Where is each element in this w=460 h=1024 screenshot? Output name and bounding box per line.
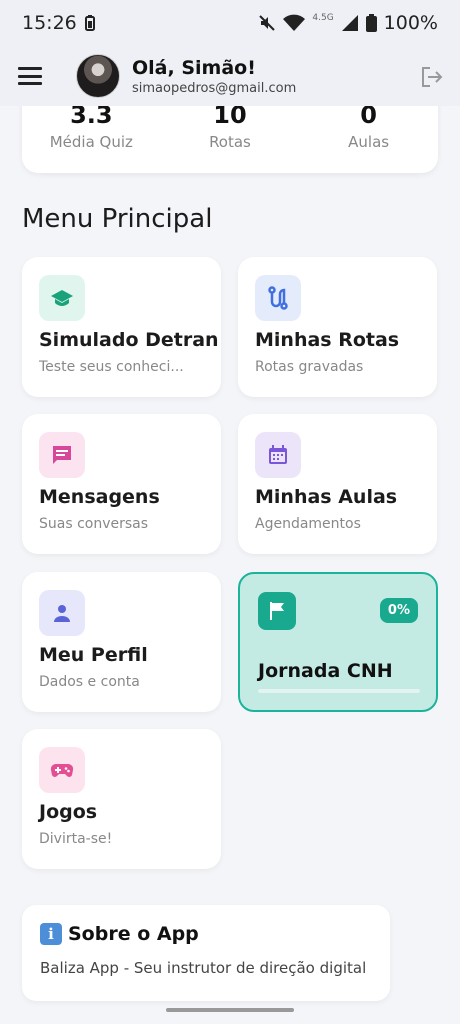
- home-indicator[interactable]: [166, 1008, 294, 1012]
- status-time: 15:26: [22, 12, 77, 34]
- greeting: Olá, Simão!: [132, 56, 256, 79]
- stat-aulas: 0 Aulas: [300, 101, 437, 151]
- info-icon: i: [40, 923, 62, 945]
- card-minhas-aulas[interactable]: Minhas Aulas Agendamentos: [238, 414, 437, 554]
- card-mensagens[interactable]: Mensagens Suas conversas: [22, 414, 221, 554]
- card-jogos[interactable]: Jogos Divirta-se!: [22, 729, 221, 869]
- about-subtitle: Baliza App - Seu instrutor de direção di…: [40, 959, 367, 977]
- card-title: Jornada CNH: [258, 660, 393, 682]
- card-subtitle: Agendamentos: [255, 516, 361, 532]
- card-minhas-rotas[interactable]: Minhas Rotas Rotas gravadas: [238, 257, 437, 397]
- signal-icon: [341, 15, 358, 31]
- user-email: simaopedros@gmail.com: [132, 80, 297, 96]
- mute-icon: [259, 15, 276, 31]
- icon-box: [255, 432, 301, 478]
- progress-bar: [258, 689, 420, 693]
- calendar-icon: [269, 445, 287, 464]
- card-jornada-cnh[interactable]: 0% Jornada CNH: [238, 572, 438, 712]
- message-icon: [53, 446, 71, 464]
- progress-badge: 0%: [379, 598, 418, 623]
- stat-rotas: 10 Rotas: [161, 101, 298, 151]
- battery-percent: 100%: [383, 12, 438, 34]
- icon-box: [39, 590, 85, 636]
- status-bar: 15:26 4.5G 100%: [0, 0, 460, 46]
- wifi-icon: [283, 14, 306, 31]
- battery-saver-icon: [84, 15, 95, 31]
- person-icon: [54, 605, 70, 622]
- card-subtitle: Dados e conta: [39, 674, 140, 690]
- stat-label: Média Quiz: [49, 133, 133, 151]
- graduation-cap-icon: [51, 290, 73, 306]
- route-icon: [268, 286, 288, 310]
- stat-label: Aulas: [348, 133, 390, 151]
- user-info: Olá, Simão! simaopedros@gmail.com: [132, 57, 296, 96]
- app-header: Olá, Simão! simaopedros@gmail.com: [0, 46, 460, 106]
- card-subtitle: Rotas gravadas: [255, 359, 364, 375]
- network-type: 4.5G: [312, 13, 334, 23]
- section-title: Menu Principal: [22, 204, 213, 234]
- logout-icon[interactable]: [420, 66, 444, 88]
- card-title: Simulado Detran: [39, 329, 219, 351]
- icon-box: [39, 432, 85, 478]
- battery-icon: [365, 14, 377, 32]
- avatar[interactable]: [76, 54, 120, 98]
- icon-box: [255, 275, 301, 321]
- flag-box: [258, 592, 296, 630]
- flag-icon: [270, 602, 284, 620]
- gamepad-icon: [50, 763, 74, 777]
- about-card[interactable]: i Sobre o App Baliza App - Seu instrutor…: [22, 905, 390, 1001]
- icon-box: [39, 275, 85, 321]
- card-title: Mensagens: [39, 486, 160, 508]
- stat-label: Rotas: [209, 133, 251, 151]
- card-simulado-detran[interactable]: Simulado Detran Teste seus conheci...: [22, 257, 221, 397]
- stat-quiz: 3.3 Média Quiz: [23, 101, 160, 151]
- icon-box: [39, 747, 85, 793]
- about-title-row: i Sobre o App: [40, 923, 372, 945]
- card-subtitle: Suas conversas: [39, 516, 149, 532]
- card-title: Minhas Aulas: [255, 486, 398, 508]
- card-title: Meu Perfil: [39, 644, 148, 666]
- hamburger-menu-icon[interactable]: [18, 67, 42, 85]
- card-title: Minhas Rotas: [255, 329, 400, 351]
- card-title: Jogos: [39, 801, 98, 823]
- card-meu-perfil[interactable]: Meu Perfil Dados e conta: [22, 572, 221, 712]
- card-subtitle: Teste seus conheci...: [39, 359, 184, 375]
- card-subtitle: Divirta-se!: [39, 831, 113, 847]
- about-title: Sobre o App: [68, 923, 199, 945]
